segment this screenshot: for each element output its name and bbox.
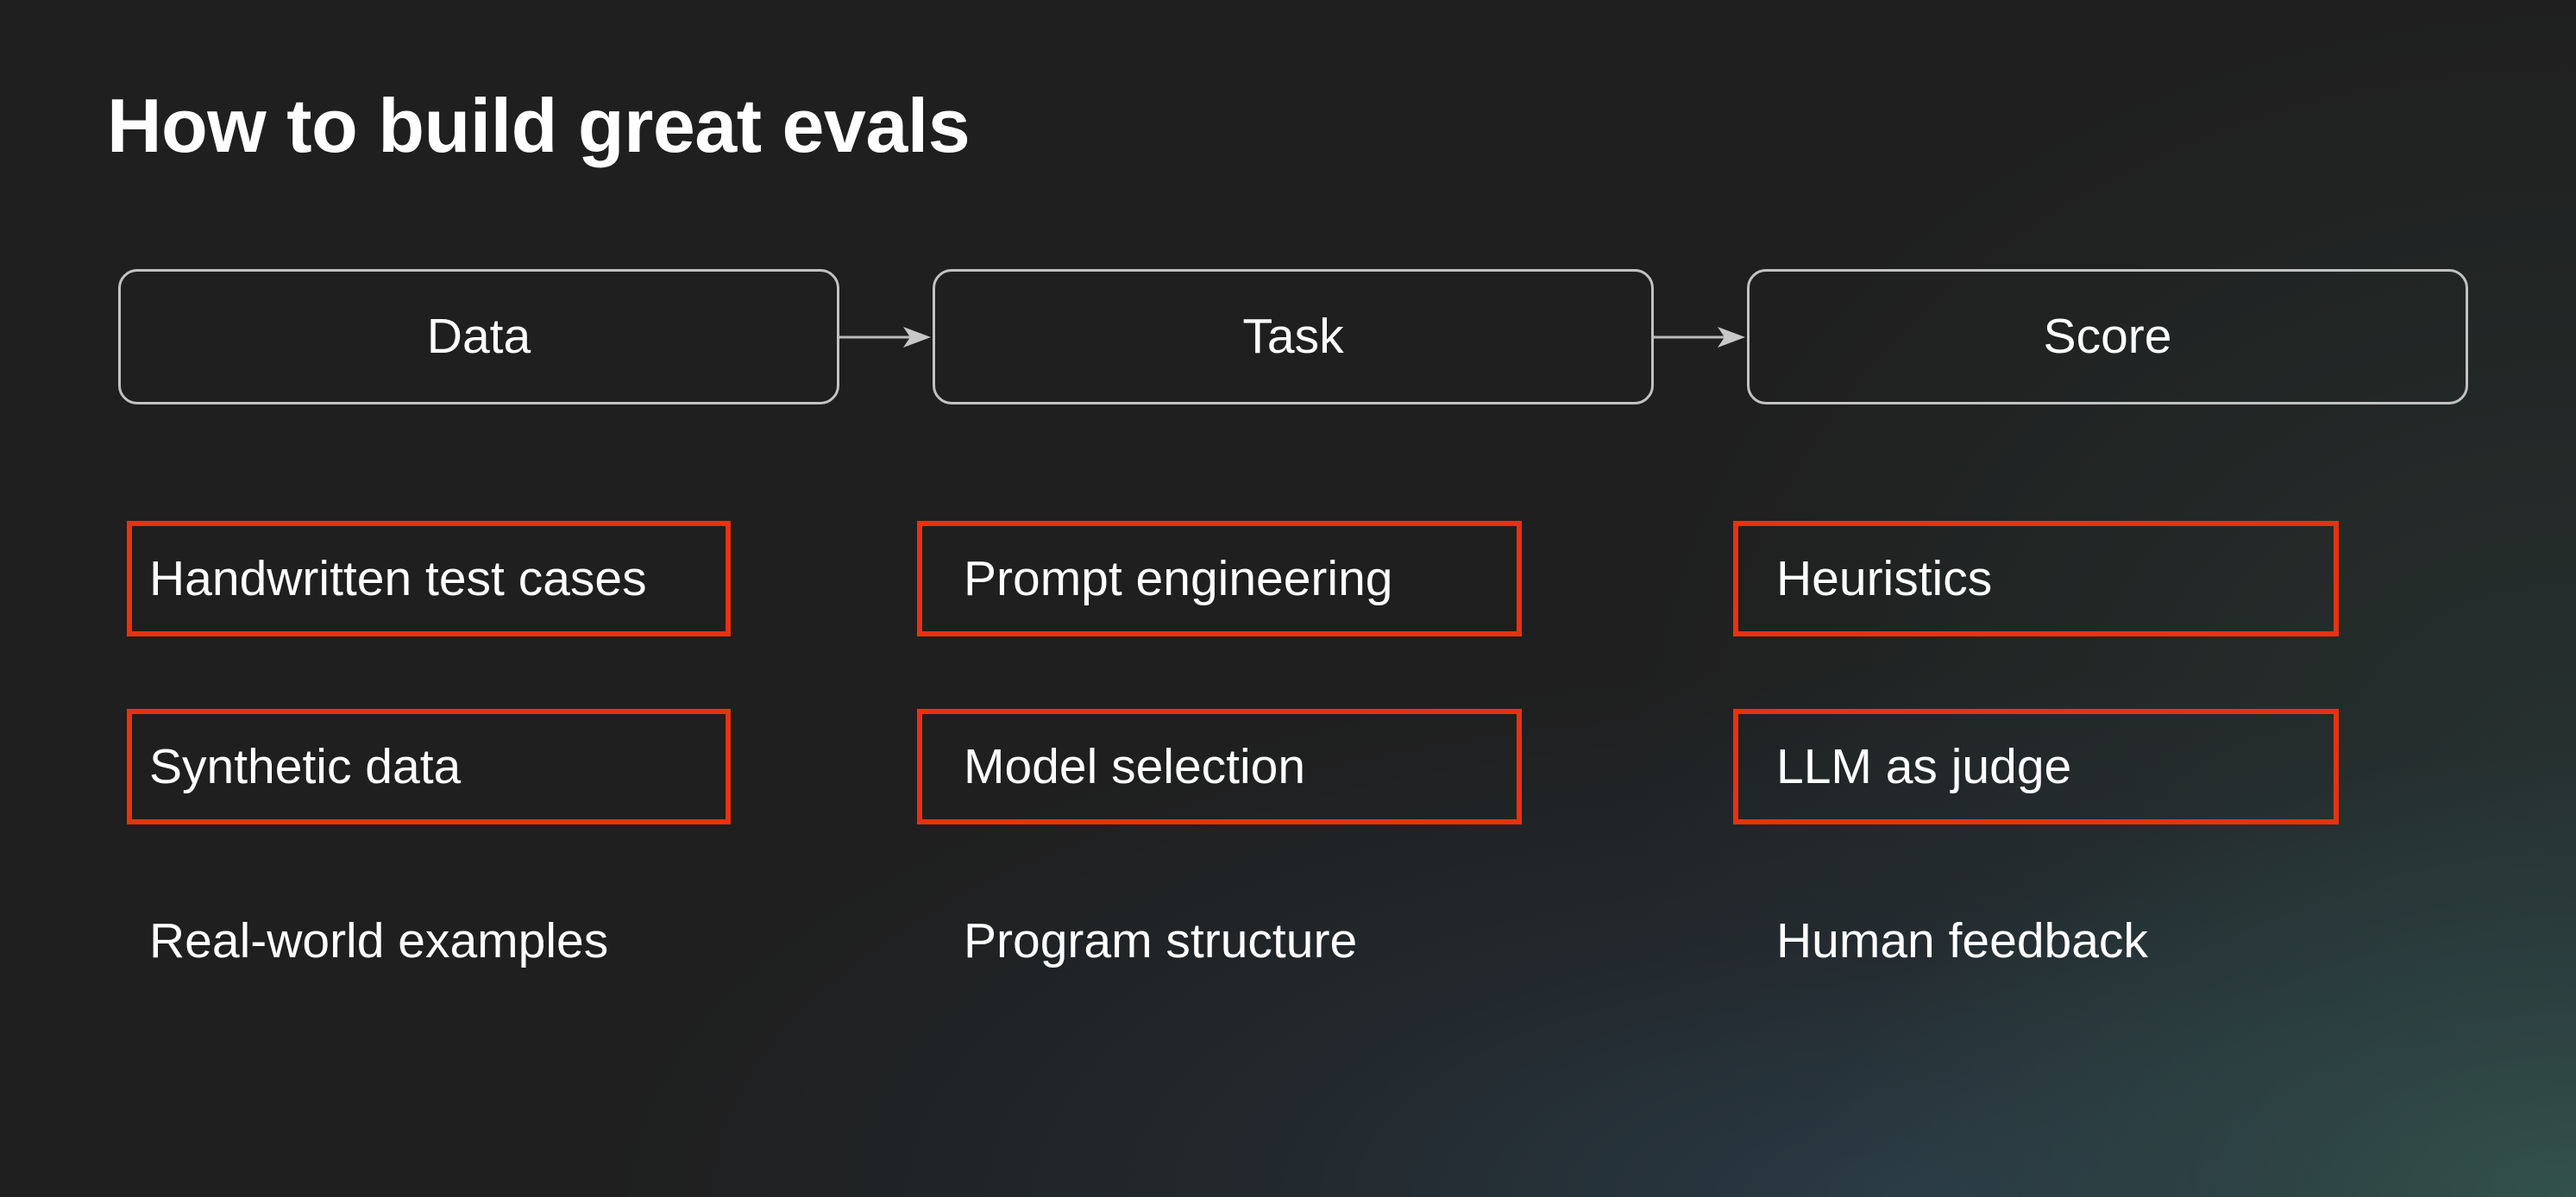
item-label: Program structure [964, 912, 1358, 968]
item-label: LLM as judge [1776, 738, 2072, 794]
item-label: Human feedback [1776, 912, 2148, 968]
item: Real-world examples [127, 883, 731, 999]
slide-title: How to build great evals [107, 83, 971, 168]
item: Human feedback [1733, 883, 2339, 999]
stage-task-box: Task [933, 269, 1654, 404]
item-label: Handwritten test cases [149, 550, 647, 606]
stage-data-box: Data [118, 269, 839, 404]
stage-task-label: Task [1242, 309, 1344, 364]
stage-score-box: Score [1747, 269, 2468, 404]
item-label: Real-world examples [149, 912, 609, 968]
stage-score-label: Score [2043, 309, 2172, 364]
item-label: Model selection [964, 738, 1306, 794]
highlighted-item-box: Handwritten test cases [127, 521, 731, 636]
item-label: Prompt engineering [964, 550, 1393, 606]
highlighted-item-box: Heuristics [1733, 521, 2339, 636]
stage-data-label: Data [426, 309, 531, 364]
arrow-right-icon [1654, 324, 1747, 350]
item-label: Synthetic data [149, 738, 462, 794]
arrow-right-icon [839, 324, 933, 350]
highlighted-item-box: Model selection [917, 709, 1522, 824]
highlighted-item-box: LLM as judge [1733, 709, 2339, 824]
item-label: Heuristics [1776, 550, 1993, 606]
highlighted-item-box: Synthetic data [127, 709, 731, 824]
item: Program structure [917, 883, 1522, 999]
highlighted-item-box: Prompt engineering [917, 521, 1522, 636]
